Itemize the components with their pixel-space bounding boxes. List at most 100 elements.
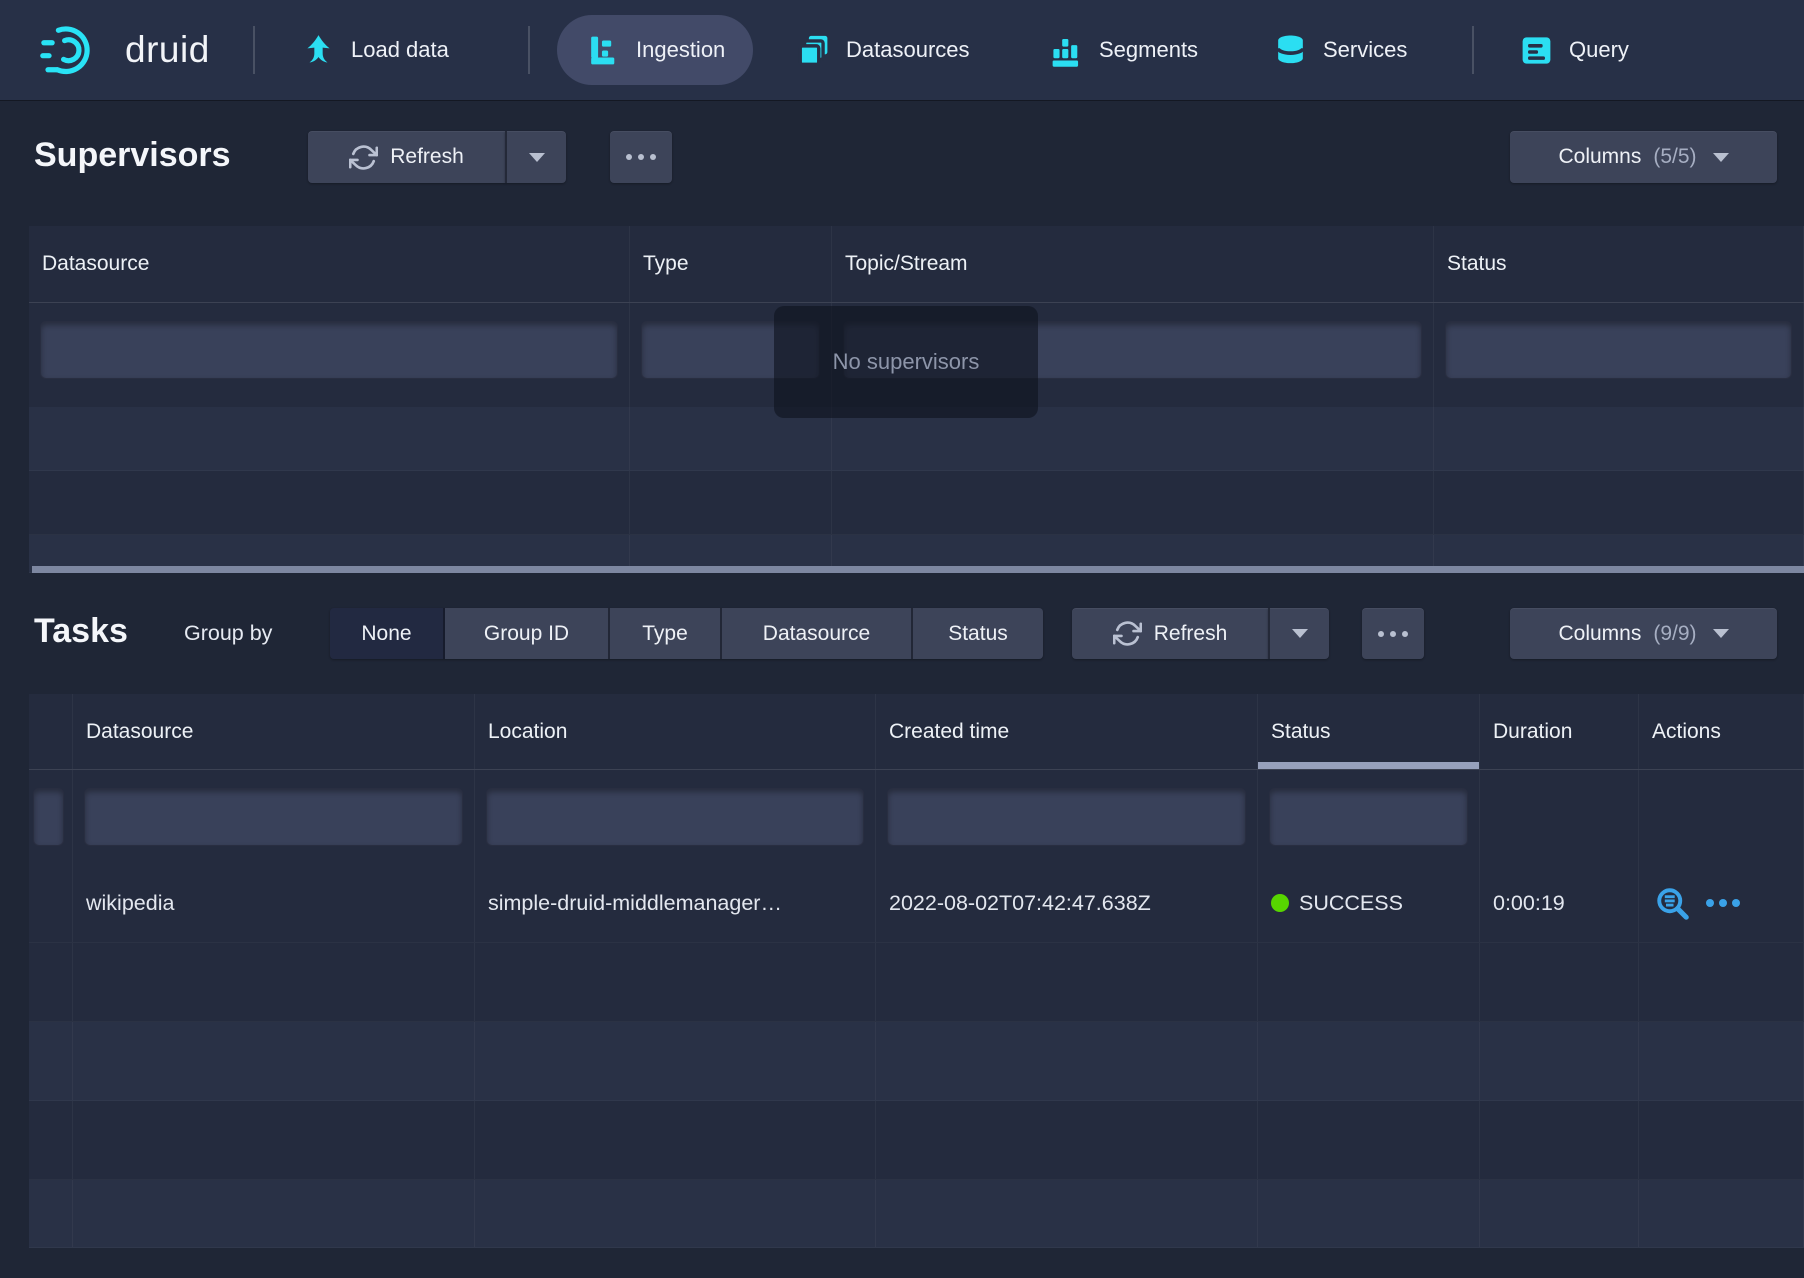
nav-label: Segments [1099,37,1198,63]
refresh-label: Refresh [390,145,464,169]
columns-label: Columns [1558,145,1641,169]
tasks-filter-row [29,770,1804,864]
supervisors-table: Datasource Type Topic/Stream Status No s… [29,226,1804,573]
supervisors-more-button[interactable] [610,131,672,183]
supervisors-columns-button[interactable]: Columns (5/5) [1510,131,1777,183]
nav-label: Query [1569,37,1629,63]
tab-datasources[interactable]: Datasources [795,0,970,100]
chevron-down-icon [1713,153,1729,162]
column-header-created-time[interactable]: Created time [876,694,1258,769]
group-by-button-group: None Group ID Type Datasource Status [330,608,1043,659]
chevron-down-icon [529,153,545,162]
column-header-status[interactable]: Status [1434,226,1804,302]
datasource-filter-input[interactable] [40,321,618,379]
cell-status: SUCCESS [1258,864,1480,942]
stacked-layers-icon [795,32,832,69]
cell-actions [1639,864,1804,942]
cell-duration: 0:00:19 [1480,864,1639,942]
group-by-datasource-button[interactable]: Datasource [722,608,913,659]
tab-query[interactable]: Query [1518,0,1629,100]
supervisors-refresh-split-button: Refresh [308,131,566,183]
group-by-group-id-button[interactable]: Group ID [445,608,610,659]
refresh-icon [349,143,378,172]
tab-services[interactable]: Services [1272,0,1407,100]
nav-label: Load data [351,37,449,63]
tasks-header-row: Datasource Location Created time Status … [29,694,1804,770]
group-by-status-button[interactable]: Status [913,608,1043,659]
columns-count: (5/5) [1653,145,1696,169]
table-row-empty [29,1101,1804,1180]
column-header-spacer [29,694,73,769]
chevron-down-icon [1292,629,1308,638]
query-console-icon [1518,32,1555,69]
refresh-button[interactable]: Refresh [1072,608,1268,659]
column-header-actions[interactable]: Actions [1639,694,1804,769]
tasks-title: Tasks [34,612,128,651]
spacer-filter-input[interactable] [33,788,64,846]
druid-console: druid Load data Ingestion [0,0,1804,1278]
cell-datasource: wikipedia [73,864,475,942]
cell-created-time: 2022-08-02T07:42:47.638Z [876,864,1258,942]
column-header-type[interactable]: Type [630,226,832,302]
tasks-refresh-split-button: Refresh [1072,608,1329,659]
cell-location: simple-druid-middlemanager… [475,864,876,942]
column-header-status[interactable]: Status [1258,694,1480,769]
refresh-icon [1113,619,1142,648]
refresh-dropdown-button[interactable] [1268,608,1329,659]
tasks-more-button[interactable] [1362,608,1424,659]
column-header-topic-stream[interactable]: Topic/Stream [832,226,1434,302]
tab-ingestion[interactable]: Ingestion [557,15,753,85]
refresh-dropdown-button[interactable] [505,131,566,183]
tab-load-data[interactable]: Load data [300,0,449,100]
group-by-none-button[interactable]: None [330,608,445,659]
refresh-button[interactable]: Refresh [308,131,505,183]
table-row-empty [29,1180,1804,1248]
horizontal-scrollbar[interactable] [32,566,1804,573]
refresh-label: Refresh [1154,622,1228,646]
status-filter-input[interactable] [1445,321,1792,379]
logo-text: druid [125,29,210,71]
column-header-duration[interactable]: Duration [1480,694,1639,769]
druid-logo-icon [40,23,110,77]
success-status-dot [1271,894,1289,912]
supervisors-title: Supervisors [34,136,231,175]
status-text: SUCCESS [1299,891,1403,916]
tab-segments[interactable]: Segments [1048,0,1198,100]
bar-chart-icon [1048,32,1085,69]
column-header-datasource[interactable]: Datasource [29,226,630,302]
more-icon [626,154,656,160]
navbar-divider [528,26,530,74]
navbar-divider [253,26,255,74]
table-row-empty [29,943,1804,1022]
tasks-columns-button[interactable]: Columns (9/9) [1510,608,1777,659]
group-by-label: Group by [184,621,272,646]
column-header-datasource[interactable]: Datasource [73,694,475,769]
nav-label: Ingestion [636,37,725,63]
datasource-filter-input[interactable] [84,788,463,846]
created-time-filter-input[interactable] [887,788,1246,846]
column-header-location[interactable]: Location [475,694,876,769]
more-actions-icon[interactable] [1706,899,1740,907]
chevron-down-icon [1713,629,1729,638]
navbar-divider [1472,26,1474,74]
upload-arrow-icon [300,32,337,69]
table-row-empty [29,471,1804,535]
table-row-empty [29,1022,1804,1101]
supervisors-header-row: Datasource Type Topic/Stream Status [29,226,1804,303]
columns-count: (9/9) [1653,622,1696,646]
more-icon [1378,631,1408,637]
no-supervisors-message: No supervisors [774,306,1038,418]
druid-logo[interactable]: druid [40,0,210,100]
nav-label: Services [1323,37,1407,63]
status-filter-input[interactable] [1269,788,1468,846]
nav-label: Datasources [846,37,970,63]
columns-label: Columns [1558,622,1641,646]
ingestion-chart-icon [585,32,622,69]
table-row-wikipedia[interactable]: wikipedia simple-druid-middlemanager… 20… [29,864,1804,943]
location-filter-input[interactable] [486,788,864,846]
tasks-table: Datasource Location Created time Status … [29,694,1804,1248]
magnifier-details-icon[interactable] [1654,885,1690,921]
group-by-type-button[interactable]: Type [610,608,722,659]
navbar: druid Load data Ingestion [0,0,1804,100]
database-icon [1272,32,1309,69]
